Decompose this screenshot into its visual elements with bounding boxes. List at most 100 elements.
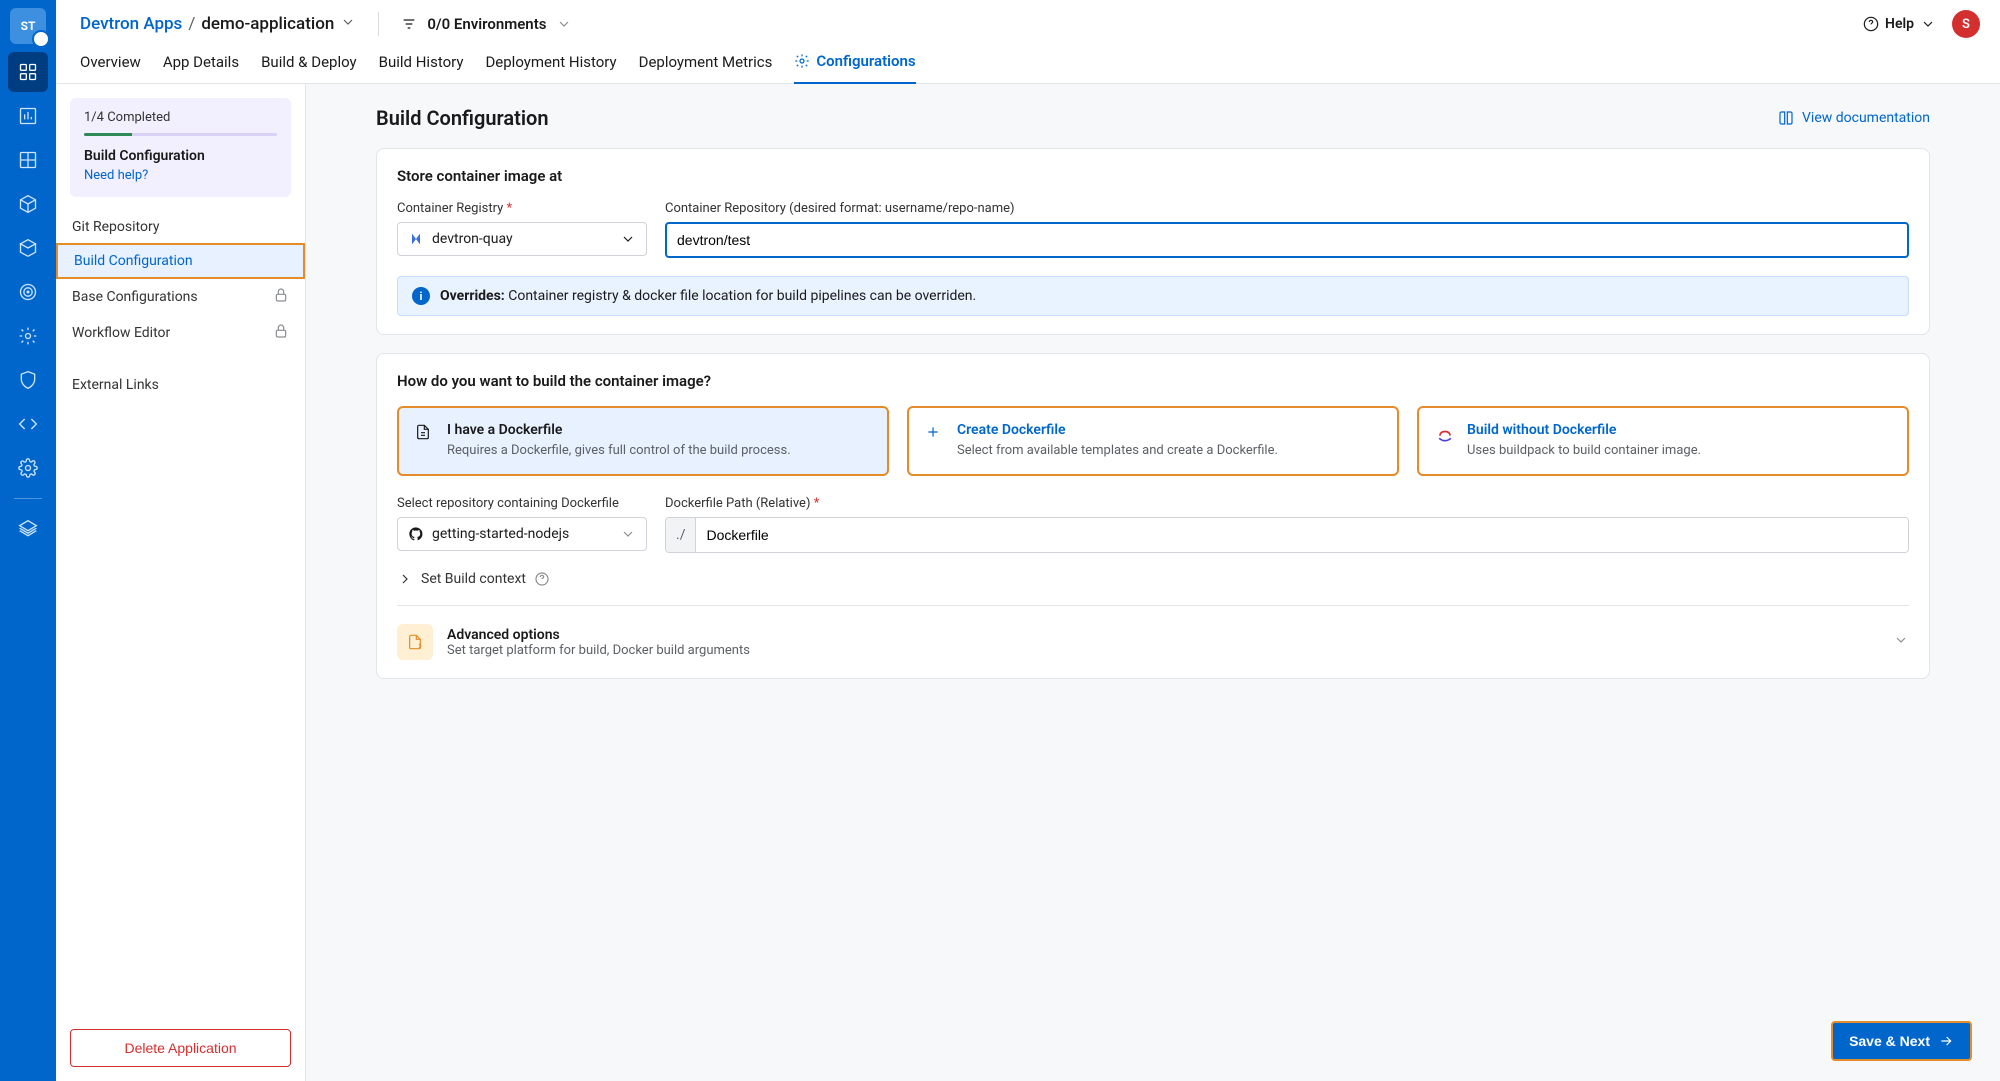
gear-icon: [794, 53, 810, 69]
breadcrumb-current: demo-application: [201, 14, 334, 34]
rail-layers-icon[interactable]: [8, 509, 48, 549]
build-card: How do you want to build the container i…: [376, 353, 1930, 679]
buildpack-icon: [1435, 424, 1455, 460]
build-heading: How do you want to build the container i…: [397, 372, 1909, 390]
rail-target-icon[interactable]: [8, 272, 48, 312]
repo-label: Container Repository (desired format: us…: [665, 201, 1909, 216]
path-prefix: ./: [666, 518, 696, 552]
tabs: Overview App Details Build & Deploy Buil…: [56, 38, 2000, 84]
progress-title: Build Configuration: [84, 148, 277, 164]
lock-icon: [273, 323, 289, 343]
delete-application-button[interactable]: Delete Application: [70, 1029, 291, 1067]
tab-deployment-history[interactable]: Deployment History: [485, 52, 616, 83]
tab-build-deploy[interactable]: Build & Deploy: [261, 52, 357, 83]
advanced-desc: Set target platform for build, Docker bu…: [447, 643, 750, 658]
doc-link-label: View documentation: [1802, 110, 1930, 126]
view-documentation-link[interactable]: View documentation: [1778, 110, 1930, 126]
tab-deployment-metrics[interactable]: Deployment Metrics: [639, 52, 773, 83]
chevron-down-icon[interactable]: [340, 14, 356, 35]
info-icon: i: [412, 287, 430, 305]
registry-select[interactable]: devtron-quay: [397, 222, 647, 256]
dockerfile-repo-label: Select repository containing Dockerfile: [397, 496, 647, 511]
sidebar-item-build-config[interactable]: Build Configuration: [56, 243, 305, 279]
option-desc: Uses buildpack to build container image.: [1467, 442, 1701, 460]
override-bold: Overrides:: [440, 288, 505, 304]
container-repo-input[interactable]: [665, 222, 1909, 258]
registry-value: devtron-quay: [432, 231, 513, 247]
help-circle-icon: [534, 571, 550, 587]
app-logo[interactable]: ST: [10, 8, 46, 44]
option-create-dockerfile[interactable]: Create Dockerfile Select from available …: [907, 406, 1399, 476]
environment-selector[interactable]: 0/0 Environments: [401, 15, 572, 33]
dockerfile-path-label: Dockerfile Path (Relative) *: [665, 496, 1909, 511]
rail-shield-icon[interactable]: [8, 360, 48, 400]
breadcrumb-root-link[interactable]: Devtron Apps: [80, 14, 182, 34]
need-help-link[interactable]: Need help?: [84, 168, 277, 183]
option-desc: Requires a Dockerfile, gives full contro…: [447, 442, 791, 460]
tab-label: Configurations: [816, 52, 915, 70]
tab-configurations[interactable]: Configurations: [794, 52, 915, 84]
plus-icon: [925, 424, 945, 460]
rail-cube-icon[interactable]: [8, 184, 48, 224]
nav-rail: ST: [0, 0, 56, 1081]
rail-divider: [14, 498, 42, 499]
environment-selector-label: 0/0 Environments: [427, 15, 546, 33]
dockerfile-repo-select[interactable]: getting-started-nodejs: [397, 517, 647, 551]
advanced-options-toggle[interactable]: Advanced options Set target platform for…: [397, 624, 1909, 660]
help-button[interactable]: Help: [1863, 16, 1936, 32]
sidebar-item-git[interactable]: Git Repository: [56, 211, 305, 243]
save-next-button[interactable]: Save & Next: [1831, 1021, 1972, 1061]
chevron-down-icon: [1920, 16, 1936, 32]
option-title: Create Dockerfile: [957, 422, 1278, 438]
lock-icon: [273, 287, 289, 307]
rail-code-icon[interactable]: [8, 404, 48, 444]
set-build-context-toggle[interactable]: Set Build context: [397, 571, 1909, 587]
dockerfile-repo-value: getting-started-nodejs: [432, 526, 569, 542]
store-image-card: Store container image at Container Regis…: [376, 148, 1930, 335]
build-context-label: Set Build context: [421, 571, 526, 587]
tab-overview[interactable]: Overview: [80, 52, 141, 83]
override-text: Container registry & docker file locatio…: [505, 288, 976, 304]
help-label: Help: [1885, 16, 1914, 32]
progress-bar: [84, 133, 277, 136]
overrides-banner: i Overrides: Container registry & docker…: [397, 276, 1909, 316]
tab-build-history[interactable]: Build History: [379, 52, 464, 83]
chevron-down-icon: [620, 526, 636, 542]
progress-card: 1/4 Completed Build Configuration Need h…: [70, 98, 291, 197]
rail-gear-icon[interactable]: [8, 316, 48, 356]
chevron-down-icon: [556, 16, 572, 32]
rail-chart-icon[interactable]: [8, 96, 48, 136]
content: Build Configuration View documentation S…: [306, 84, 2000, 1081]
tab-app-details[interactable]: App Details: [163, 52, 239, 83]
filter-icon: [401, 16, 417, 32]
progress-label: 1/4 Completed: [84, 110, 277, 125]
option-title: Build without Dockerfile: [1467, 422, 1701, 438]
avatar[interactable]: S: [1952, 10, 1980, 38]
advanced-title: Advanced options: [447, 627, 750, 643]
sidebar-item-workflow[interactable]: Workflow Editor: [56, 315, 305, 351]
option-title: I have a Dockerfile: [447, 422, 791, 438]
chevron-right-icon: [397, 571, 413, 587]
file-icon: [415, 424, 435, 460]
sidebar-item-external-links[interactable]: External Links: [56, 369, 305, 401]
dockerfile-path-input-group: ./: [665, 517, 1909, 553]
rail-settings-icon[interactable]: [8, 448, 48, 488]
chevron-down-icon: [620, 231, 636, 247]
breadcrumb-sep: /: [188, 14, 195, 34]
rail-layout-icon[interactable]: [8, 140, 48, 180]
registry-icon: [408, 231, 424, 247]
page-title: Build Configuration: [376, 106, 549, 130]
rail-box-icon[interactable]: [8, 228, 48, 268]
option-build-without-dockerfile[interactable]: Build without Dockerfile Uses buildpack …: [1417, 406, 1909, 476]
store-heading: Store container image at: [397, 167, 1909, 185]
option-have-dockerfile[interactable]: I have a Dockerfile Requires a Dockerfil…: [397, 406, 889, 476]
rail-apps-icon[interactable]: [8, 52, 48, 92]
sidebar-item-base-config[interactable]: Base Configurations: [56, 279, 305, 315]
header: Devtron Apps / demo-application 0/0 Envi…: [56, 0, 2000, 38]
dockerfile-path-input[interactable]: [696, 518, 1908, 552]
advanced-icon: [397, 624, 433, 660]
breadcrumb: Devtron Apps / demo-application: [80, 14, 356, 35]
github-icon: [408, 526, 424, 542]
registry-label: Container Registry *: [397, 201, 647, 216]
option-desc: Select from available templates and crea…: [957, 442, 1278, 460]
